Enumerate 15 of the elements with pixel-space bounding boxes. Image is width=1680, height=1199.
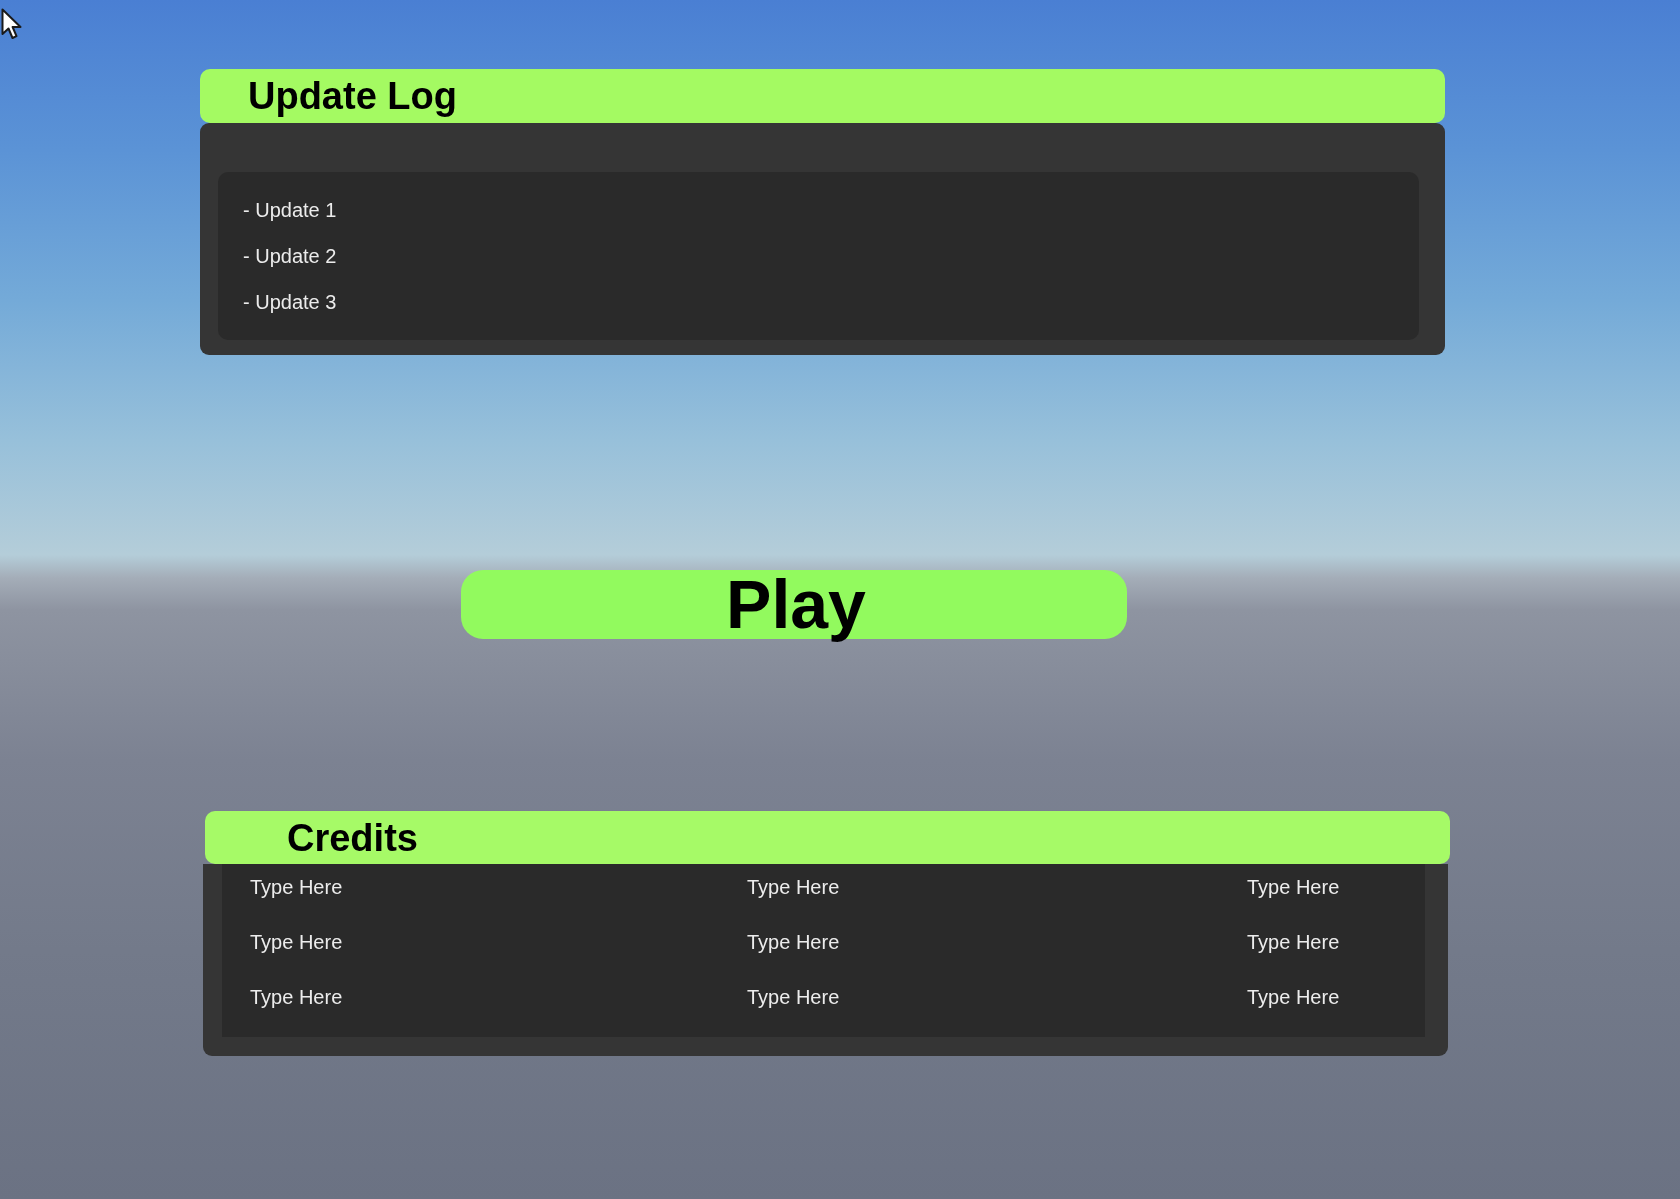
credit-text: Type Here: [250, 875, 344, 899]
update-log-title: Update Log: [248, 74, 457, 118]
credit-text: Type Here: [1247, 875, 1341, 899]
credit-text: Type Here: [1247, 930, 1341, 954]
cursor-icon: [1, 8, 23, 40]
update-entry: - Update 3: [243, 290, 338, 314]
credit-text: Type Here: [250, 985, 344, 1009]
credit-text: Type Here: [747, 930, 841, 954]
credit-text: Type Here: [747, 875, 841, 899]
credit-text: Type Here: [250, 930, 344, 954]
credits-title: Credits: [287, 815, 418, 860]
credit-text: Type Here: [1247, 985, 1341, 1009]
update-entry: - Update 1: [243, 198, 338, 222]
credit-text: Type Here: [747, 985, 841, 1009]
update-entry: - Update 2: [243, 244, 338, 268]
